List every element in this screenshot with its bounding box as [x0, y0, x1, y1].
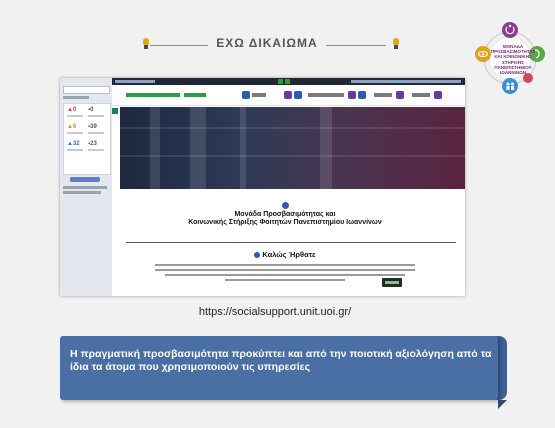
site-title-line1: Μονάδα Προσβασιμότητας και: [234, 211, 336, 218]
hero-image: [120, 107, 465, 189]
accessibility-icon: [278, 79, 283, 84]
emblem-icon: [254, 252, 261, 258]
divider: [326, 45, 386, 46]
divider: [150, 45, 208, 46]
banner-fold: [498, 400, 507, 409]
welcome-text: Καλώς Ήρθατε: [262, 250, 316, 259]
site-title: Μονάδα Προσβασιμότητας και Κοινωνικής Στ…: [170, 211, 400, 227]
welcome-heading: Καλώς Ήρθατε: [210, 250, 360, 259]
floating-button: [382, 278, 402, 287]
menu-icon: [242, 91, 250, 99]
menu-icon: [396, 91, 404, 99]
quote-banner: Η πραγματική προσβασιμότητα προκύπτει κα…: [60, 336, 498, 400]
website-screenshot: ▲0 ▪0 ▲6 ▪39 ▲32 ▪23 Μονάδα Προσβασιμότη…: [60, 78, 465, 296]
divider: [126, 242, 456, 243]
quote-text: Η πραγματική προσβασιμότητα προκύπτει κα…: [70, 348, 492, 373]
slide: ΕΧΩ ΔΙΚΑΙΩΜΑ ΜΟΝΑΔΑ ΠΡΟΣΒΑΣΙΜΟΤΗΤΑΣ ΚΑΙ …: [0, 0, 555, 428]
browser-sidebar: ▲0 ▪0 ▲6 ▪39 ▲32 ▪23: [60, 78, 112, 296]
sidebar-button: [70, 177, 100, 182]
people-icon: [502, 78, 518, 94]
lightbulb-icon: [142, 38, 150, 50]
university-emblem: [282, 202, 289, 209]
site-url: https://socialsupport.unit.uoi.gr/: [198, 306, 352, 318]
menu-icon: [434, 91, 442, 99]
site-title-line2: Κοινωνικής Στήριξης Φοιτητών Πανεπιστημί…: [188, 219, 382, 226]
slide-title: ΕΧΩ ΔΙΚΑΙΩΜΑ: [216, 36, 318, 50]
menu-icon: [358, 91, 366, 99]
lightbulb-icon: [392, 38, 400, 50]
menu-icon: [284, 91, 292, 99]
wheelchair-icon: [502, 22, 518, 38]
sidebar-search: [63, 86, 110, 94]
menu-icon: [294, 91, 302, 99]
side-tab: [112, 108, 118, 114]
menu-icon: [348, 91, 356, 99]
accessibility-icon: [285, 79, 290, 84]
logo-text: ΜΟΝΑΔΑ ΠΡΟΣΒΑΣΙΜΟΤΗΤΑΣ ΚΑΙ ΚΟΙΝΩΝΙΚΗΣ ΣΤ…: [490, 44, 536, 76]
site-toolbar: [112, 85, 465, 106]
stats-panel: ▲0 ▪0 ▲6 ▪39 ▲32 ▪23: [63, 103, 111, 175]
